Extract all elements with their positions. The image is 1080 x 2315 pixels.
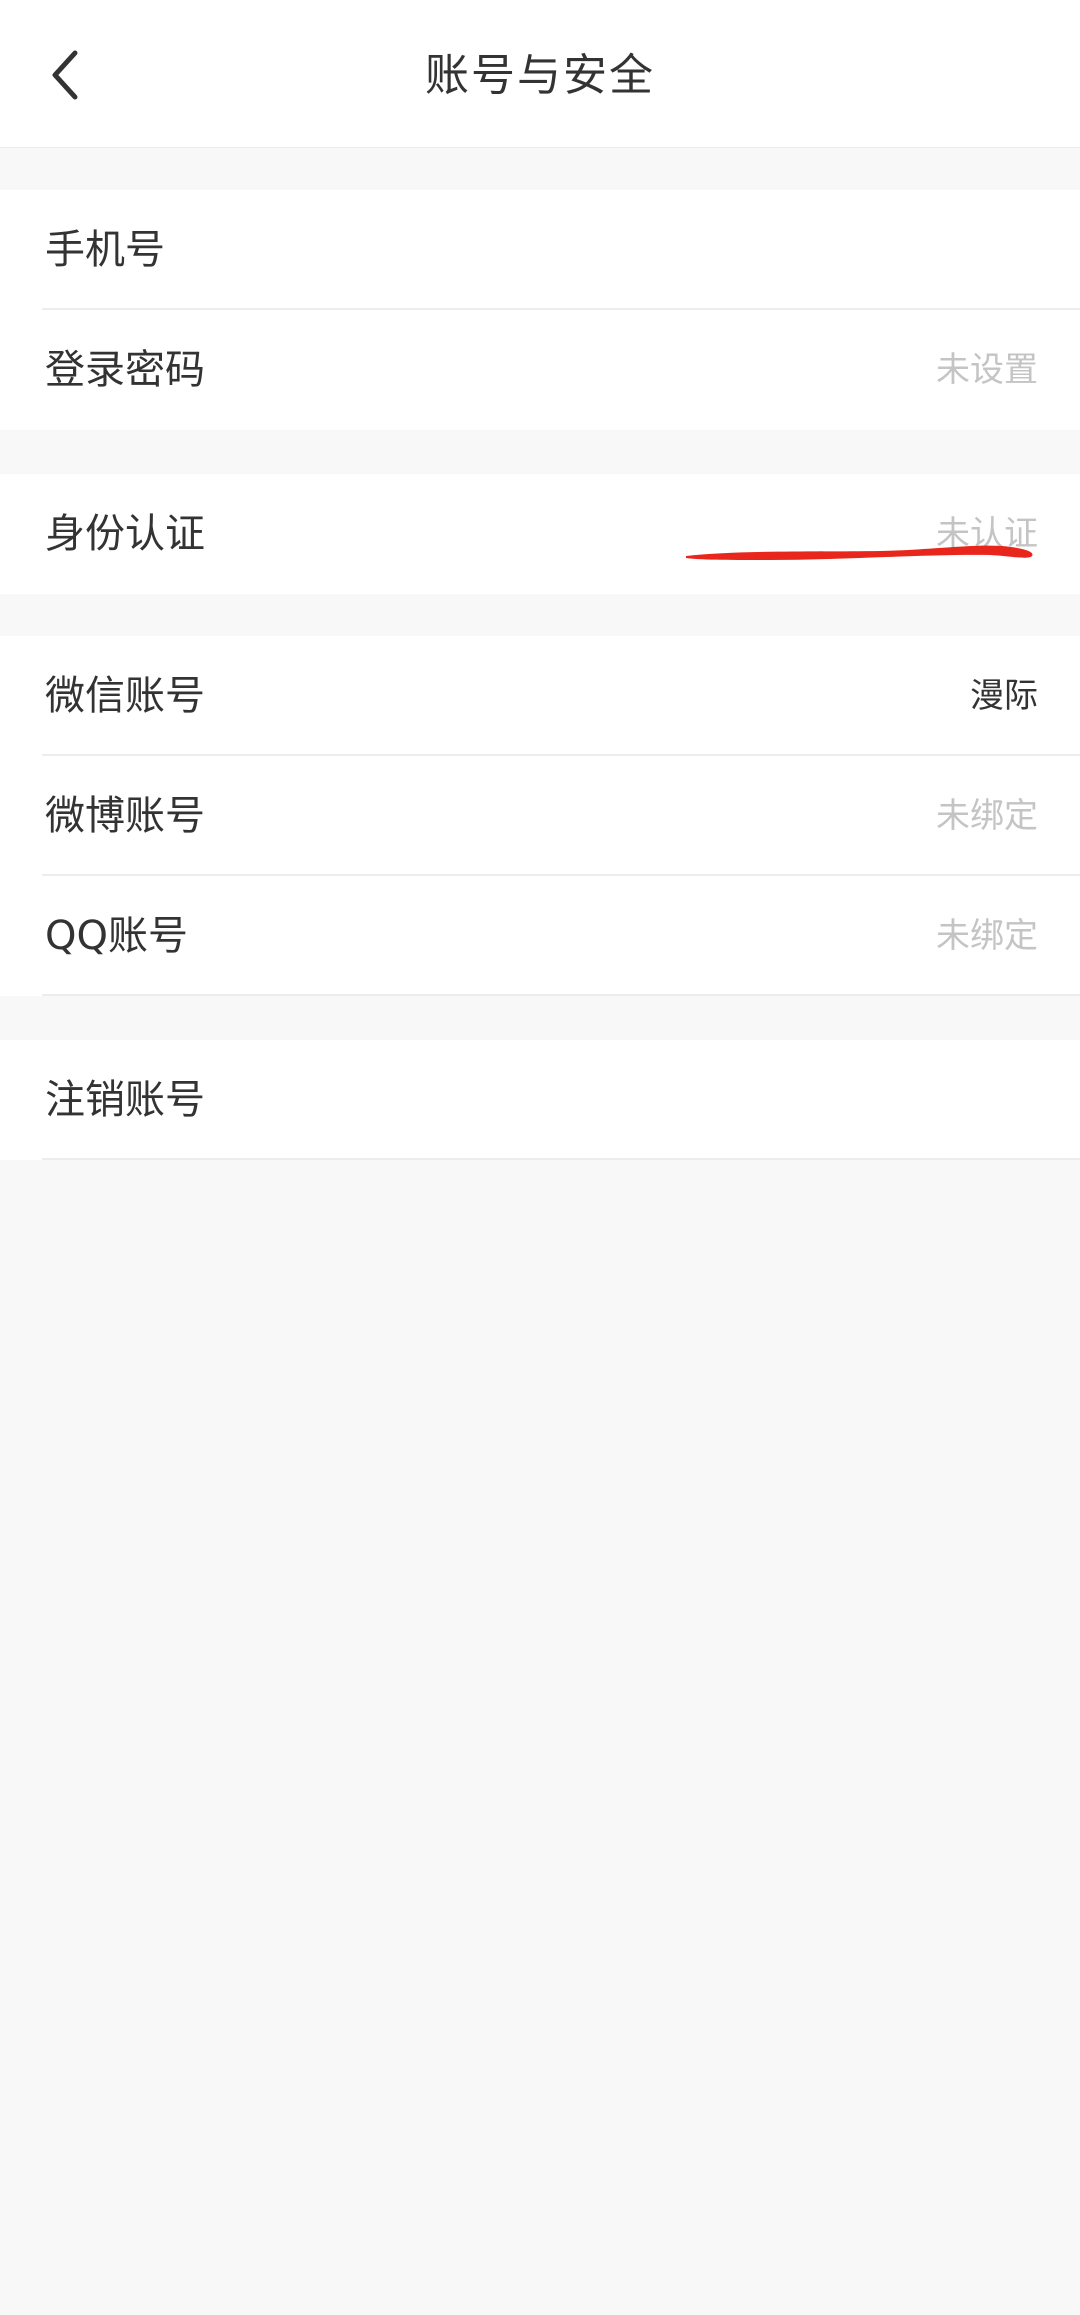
divider [42, 1158, 1080, 1160]
identity-verify-label: 身份认证 [45, 511, 205, 557]
cancel-account-label: 注销账号 [45, 1077, 205, 1123]
identity-verify-row[interactable]: 身份认证 未认证 [0, 474, 1080, 594]
weibo-label: 微博账号 [45, 793, 205, 839]
password-label: 登录密码 [45, 347, 205, 393]
identity-group: 身份认证 未认证 [0, 474, 1080, 594]
qq-status: 未绑定 [936, 916, 1038, 956]
account-group: 手机号 登录密码 未设置 [0, 190, 1080, 430]
divider [42, 994, 1080, 996]
page-title: 账号与安全 [425, 50, 655, 101]
password-status: 未设置 [936, 350, 1038, 390]
password-row[interactable]: 登录密码 未设置 [0, 310, 1080, 430]
qq-row[interactable]: QQ账号 未绑定 [0, 876, 1080, 996]
bindings-group: 微信账号 漫际 微博账号 未绑定 QQ账号 未绑定 [0, 636, 1080, 996]
weibo-status: 未绑定 [936, 796, 1038, 836]
qq-label: QQ账号 [45, 913, 188, 959]
top-bar: 账号与安全 [0, 0, 1080, 148]
identity-verify-status: 未认证 [936, 514, 1038, 554]
cancel-account-group: 注销账号 [0, 1040, 1080, 1160]
wechat-row[interactable]: 微信账号 漫际 [0, 636, 1080, 756]
weibo-row[interactable]: 微博账号 未绑定 [0, 756, 1080, 876]
wechat-label: 微信账号 [45, 673, 205, 719]
phone-label: 手机号 [45, 227, 165, 273]
cancel-account-row[interactable]: 注销账号 [0, 1040, 1080, 1160]
phone-row[interactable]: 手机号 [0, 190, 1080, 310]
wechat-value: 漫际 [970, 676, 1038, 716]
